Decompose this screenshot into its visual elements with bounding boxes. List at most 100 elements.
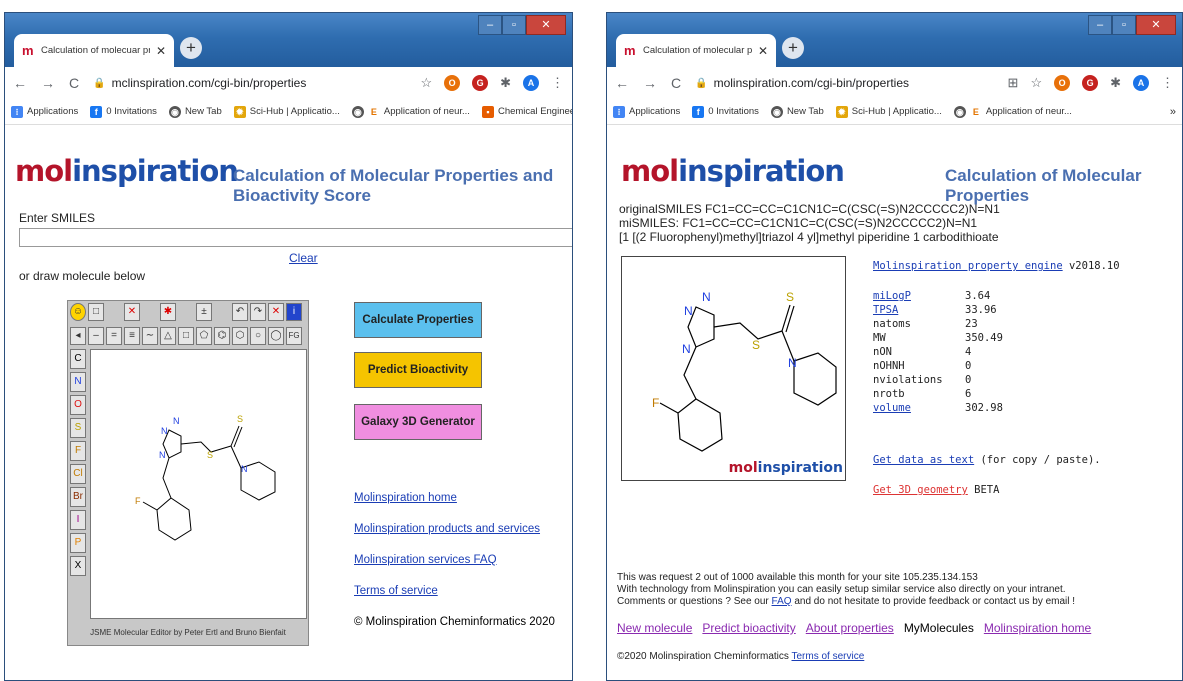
delete-group-icon[interactable]: ✱ bbox=[160, 303, 176, 321]
faq-link[interactable]: FAQ bbox=[772, 596, 792, 607]
ring3-icon[interactable]: △ bbox=[160, 327, 176, 345]
ring5-icon[interactable]: ⬠ bbox=[196, 327, 212, 345]
atom-button[interactable]: F bbox=[70, 441, 86, 461]
property-key-link[interactable]: miLogP bbox=[873, 290, 911, 302]
delete-icon[interactable]: ✕ bbox=[124, 303, 140, 321]
double-bond-icon[interactable]: = bbox=[106, 327, 122, 345]
atom-button[interactable]: Br bbox=[70, 487, 86, 507]
extension-icon[interactable]: G bbox=[1082, 75, 1099, 91]
predict-bioactivity-button[interactable]: Predict Bioactivity bbox=[354, 352, 482, 388]
single-bond-icon[interactable]: – bbox=[88, 327, 104, 345]
galaxy-3d-generator-button[interactable]: Galaxy 3D Generator bbox=[354, 404, 482, 440]
back-icon[interactable]: ← bbox=[13, 75, 27, 91]
get-data-text-link[interactable]: Get data as text bbox=[873, 454, 974, 466]
new-icon[interactable]: □ bbox=[88, 303, 104, 321]
address-bar[interactable]: 🔒 mclinspiration.com/cgi-bin/properties bbox=[93, 76, 406, 90]
molinspiration-home-link[interactable]: Molinspiration home bbox=[354, 492, 555, 504]
info-icon[interactable]: i bbox=[286, 303, 302, 321]
bookmark-applications[interactable]: ⁝ Applications bbox=[11, 105, 78, 118]
atom-button[interactable]: N bbox=[70, 372, 86, 392]
minimize-button[interactable]: – bbox=[478, 15, 502, 35]
profile-avatar[interactable]: A bbox=[1133, 75, 1149, 91]
bookmark-sci-hub[interactable]: ✹ Sci-Hub | Applicatio... bbox=[233, 105, 340, 118]
property-engine-link[interactable]: Molinspiration property engine bbox=[873, 260, 1063, 272]
bookmark-new-tab[interactable]: ◉ New Tab bbox=[168, 105, 222, 118]
reload-icon[interactable]: C bbox=[671, 75, 681, 91]
bookmark-application-of-neur[interactable]: ◉ E Application of neur... bbox=[351, 105, 470, 118]
terms-of-service-link[interactable]: Terms of service bbox=[354, 585, 555, 597]
bookmark-invitations[interactable]: f0 Invitations bbox=[90, 105, 157, 118]
atom-button[interactable]: C bbox=[70, 349, 86, 369]
translate-icon[interactable]: ⊞ bbox=[1008, 75, 1019, 91]
forward-icon[interactable]: → bbox=[41, 75, 55, 91]
about-properties-link[interactable]: About properties bbox=[806, 621, 894, 635]
new-molecule-link[interactable]: New molecule bbox=[617, 621, 692, 635]
maximize-button[interactable]: ▫ bbox=[502, 15, 526, 35]
close-window-button[interactable]: ✕ bbox=[1136, 15, 1176, 35]
atom-button[interactable]: O bbox=[70, 395, 86, 415]
new-tab-button[interactable]: + bbox=[782, 37, 804, 59]
property-key-link[interactable]: TPSA bbox=[873, 304, 898, 316]
jsme-editor[interactable]: ☺ □ ✕ ✱ ± ↶ ↷ ✕ i ◂ – = ≡ ∼ △ □ ⬠ ⌬ ⬡ ○ … bbox=[67, 300, 309, 646]
extension-icon[interactable]: O bbox=[444, 75, 461, 91]
atom-button[interactable]: S bbox=[70, 418, 86, 438]
menu-icon[interactable]: ⋮ bbox=[1161, 75, 1174, 91]
bookmark-applications[interactable]: ⁝ Applications bbox=[613, 105, 680, 118]
smiles-input[interactable] bbox=[19, 228, 572, 247]
bookmark-invitations[interactable]: f0 Invitations bbox=[692, 105, 759, 118]
minimize-button[interactable]: – bbox=[1088, 15, 1112, 35]
reload-icon[interactable]: C bbox=[69, 75, 79, 91]
atom-button[interactable]: P bbox=[70, 533, 86, 553]
menu-icon[interactable]: ⋮ bbox=[551, 75, 564, 91]
bookmark-new-tab[interactable]: ◉ New Tab bbox=[770, 105, 824, 118]
fg-icon[interactable]: FG bbox=[286, 327, 302, 345]
profile-avatar[interactable]: A bbox=[523, 75, 539, 91]
redo-icon[interactable]: ↷ bbox=[250, 303, 266, 321]
bookmark-chemical-engineering[interactable]: ▪Chemical Engineeri... bbox=[481, 105, 572, 118]
smiley-icon[interactable]: ☺ bbox=[70, 303, 86, 321]
close-window-button[interactable]: ✕ bbox=[526, 15, 566, 35]
puzzle-icon[interactable]: ✱ bbox=[500, 75, 511, 91]
maximize-button[interactable]: ▫ bbox=[1112, 15, 1136, 35]
close-tab-icon[interactable]: ✕ bbox=[156, 44, 166, 58]
charge-icon[interactable]: ± bbox=[196, 303, 212, 321]
browser-tab[interactable]: m Calculation of molecular properti ✕ bbox=[616, 34, 776, 67]
services-faq-link[interactable]: Molinspiration services FAQ bbox=[354, 554, 555, 566]
extension-icon[interactable]: O bbox=[1054, 75, 1071, 91]
clear-icon[interactable]: ✕ bbox=[268, 303, 284, 321]
chain-icon[interactable]: ∼ bbox=[142, 327, 158, 345]
stereo-bond-icon[interactable]: ◂ bbox=[70, 327, 86, 345]
drawing-canvas[interactable]: N N N S S N F bbox=[90, 349, 307, 619]
star-icon[interactable]: ☆ bbox=[420, 75, 432, 91]
get-3d-geometry-link[interactable]: Get 3D geometry bbox=[873, 484, 968, 496]
forward-icon[interactable]: → bbox=[643, 75, 657, 91]
predict-bioactivity-link[interactable]: Predict bioactivity bbox=[702, 621, 795, 635]
ring4-icon[interactable]: □ bbox=[178, 327, 194, 345]
atom-button[interactable]: X bbox=[70, 556, 86, 576]
star-icon[interactable]: ☆ bbox=[1030, 75, 1042, 91]
bookmark-application-of-neur[interactable]: ◉ E Application of neur... bbox=[953, 105, 1072, 118]
bookmark-sci-hub[interactable]: ✹ Sci-Hub | Applicatio... bbox=[835, 105, 942, 118]
terms-of-service-link[interactable]: Terms of service bbox=[792, 651, 865, 662]
more-bookmarks-icon[interactable]: » bbox=[1170, 106, 1176, 118]
atom-button[interactable]: I bbox=[70, 510, 86, 530]
new-tab-button[interactable]: + bbox=[180, 37, 202, 59]
ring7-icon[interactable]: ○ bbox=[250, 327, 266, 345]
browser-tab[interactable]: m Calculation of molecuar properties ✕ bbox=[14, 34, 174, 67]
close-tab-icon[interactable]: ✕ bbox=[758, 44, 768, 58]
molinspiration-home-link[interactable]: Molinspiration home bbox=[984, 621, 1091, 635]
back-icon[interactable]: ← bbox=[615, 75, 629, 91]
benzene-icon[interactable]: ⌬ bbox=[214, 327, 230, 345]
triple-bond-icon[interactable]: ≡ bbox=[124, 327, 140, 345]
puzzle-icon[interactable]: ✱ bbox=[1110, 75, 1121, 91]
address-bar[interactable]: 🔒 molinspiration.com/cgi-bin/properties bbox=[695, 76, 993, 90]
clear-link[interactable]: Clear bbox=[289, 251, 318, 265]
products-services-link[interactable]: Molinspiration products and services bbox=[354, 523, 555, 535]
calculate-properties-button[interactable]: Calculate Properties bbox=[354, 302, 482, 338]
extension-icon[interactable]: G bbox=[472, 75, 489, 91]
atom-button[interactable]: Cl bbox=[70, 464, 86, 484]
molinspiration-logo[interactable]: molinspiration bbox=[15, 154, 239, 188]
undo-icon[interactable]: ↶ bbox=[232, 303, 248, 321]
ring8-icon[interactable]: ◯ bbox=[268, 327, 284, 345]
molinspiration-logo[interactable]: molinspiration bbox=[621, 154, 845, 188]
